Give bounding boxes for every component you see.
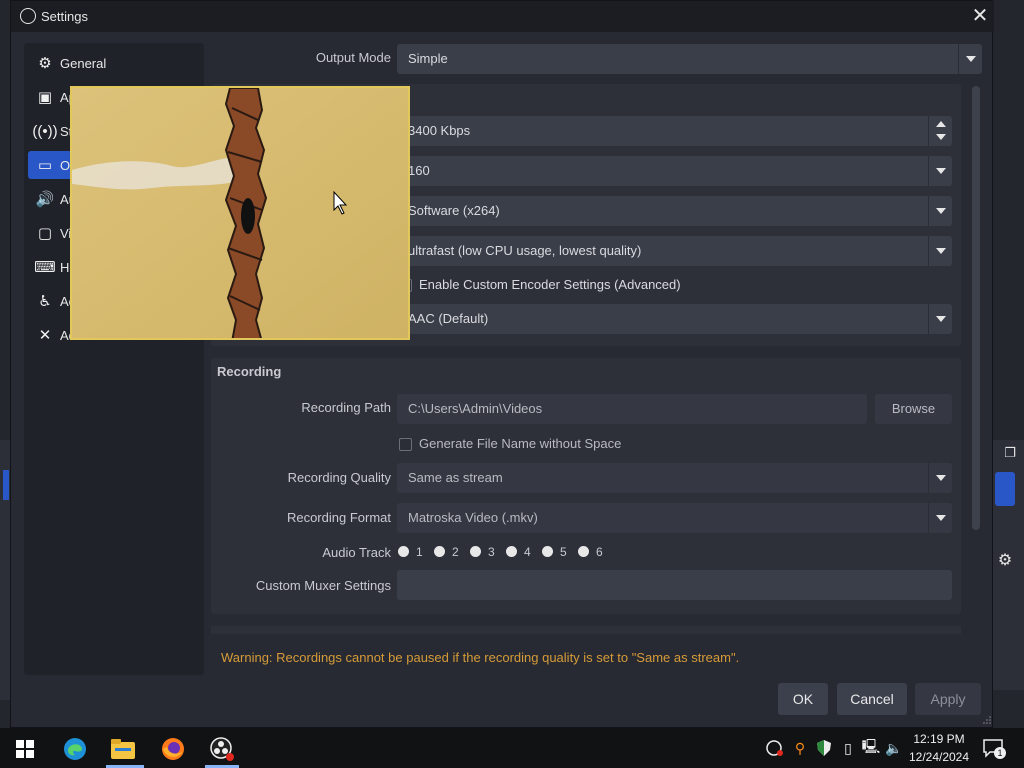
ok-button[interactable]: OK xyxy=(778,683,828,715)
title-bar[interactable]: Settings ✕ xyxy=(11,1,994,32)
clock-date[interactable]: 12/24/2024 xyxy=(906,750,972,764)
recording-format-label: Recording Format xyxy=(286,510,391,525)
gear-icon: ⚙ xyxy=(38,55,52,72)
background-left-accent xyxy=(3,470,9,500)
custom-muxer-input[interactable] xyxy=(397,570,952,600)
shield-icon[interactable] xyxy=(814,738,834,758)
audio-track-label-3: 3 xyxy=(488,545,495,559)
keyboard-icon: ⌨ xyxy=(34,259,56,276)
volume-icon[interactable]: 🔈 xyxy=(884,738,904,758)
video-bitrate-value: 3400 Kbps xyxy=(408,123,471,138)
obs-logo-icon xyxy=(20,8,36,24)
stream-antenna-icon: ((•)) xyxy=(32,122,58,140)
cancel-button[interactable]: Cancel xyxy=(837,683,907,715)
audio-track-label-6: 6 xyxy=(596,545,603,559)
audio-track-radio-1[interactable] xyxy=(398,546,409,557)
output-mode-value: Simple xyxy=(408,51,448,66)
generate-filename-checkbox[interactable] xyxy=(399,438,412,451)
notification-badge: 1 xyxy=(994,747,1006,759)
next-group-edge xyxy=(211,626,961,634)
custom-encoder-label: Enable Custom Encoder Settings (Advanced… xyxy=(419,277,681,292)
audio-track-label-5: 5 xyxy=(560,545,567,559)
custom-muxer-label: Custom Muxer Settings xyxy=(255,578,391,593)
window-title: Settings xyxy=(41,9,88,24)
edge-icon[interactable] xyxy=(60,734,90,764)
encoder-preset-value: ultrafast (low CPU usage, lowest quality… xyxy=(408,243,642,258)
preview-illustration xyxy=(72,88,408,338)
chevron-down-icon xyxy=(928,156,952,186)
firefox-icon[interactable] xyxy=(158,734,188,764)
windows-start-icon[interactable] xyxy=(10,734,40,764)
audio-track-label-2: 2 xyxy=(452,545,459,559)
usb-icon[interactable]: ▯ xyxy=(838,738,858,758)
tools-icon: ✕ xyxy=(38,327,52,344)
resize-grip-icon[interactable] xyxy=(983,716,991,724)
recording-section-title: Recording xyxy=(217,364,282,379)
recording-quality-dropdown[interactable]: Same as stream xyxy=(397,463,952,493)
audio-track-label-1: 1 xyxy=(416,545,423,559)
search-tray-icon[interactable]: ⚲ xyxy=(790,738,810,758)
network-icon[interactable]: 🖳 xyxy=(861,738,881,758)
audio-encoder-dropdown[interactable]: AAC (Default) xyxy=(397,304,952,334)
monitor-icon: ▢ xyxy=(37,225,53,242)
content-scrollbar[interactable] xyxy=(972,86,980,530)
warning-text: Warning: Recordings cannot be paused if … xyxy=(221,650,740,665)
output-mode-dropdown[interactable]: Simple xyxy=(397,44,982,74)
chevron-down-icon xyxy=(928,463,952,493)
appearance-icon: ▣ xyxy=(37,89,53,106)
apply-button[interactable]: Apply xyxy=(915,683,981,715)
recording-quality-value: Same as stream xyxy=(408,470,503,485)
audio-track-radio-4[interactable] xyxy=(506,546,517,557)
recording-path-field[interactable]: C:\Users\Admin\Videos xyxy=(397,394,867,424)
audio-track-label-4: 4 xyxy=(524,545,531,559)
chevron-down-icon xyxy=(958,44,982,74)
audio-track-radio-3[interactable] xyxy=(470,546,481,557)
audio-encoder-value: AAC (Default) xyxy=(408,311,489,326)
audio-bitrate-value: 160 xyxy=(408,163,430,178)
notification-center-icon[interactable]: 1 xyxy=(982,737,1006,759)
audio-track-radio-2[interactable] xyxy=(434,546,445,557)
encoder-preset-dropdown[interactable]: ultrafast (low CPU usage, lowest quality… xyxy=(397,236,952,266)
generate-filename-label: Generate File Name without Space xyxy=(419,436,622,451)
clock-time[interactable]: 12:19 PM xyxy=(910,732,968,746)
audio-track-radio-5[interactable] xyxy=(542,546,553,557)
image-preview-popup xyxy=(70,86,410,340)
close-button[interactable]: ✕ xyxy=(969,4,991,28)
speaker-icon: 🔊 xyxy=(35,191,55,208)
spin-arrows[interactable] xyxy=(928,116,952,146)
accessibility-icon: ♿ xyxy=(38,293,52,310)
obs-tray-icon[interactable] xyxy=(765,738,785,758)
output-icon: ▭ xyxy=(37,157,53,174)
encoder-value: Software (x264) xyxy=(408,203,500,218)
audio-track-radio-6[interactable] xyxy=(578,546,589,557)
recording-quality-label: Recording Quality xyxy=(287,470,391,485)
video-bitrate-spinbox[interactable]: 3400 Kbps xyxy=(397,116,952,146)
obs-icon[interactable] xyxy=(207,734,237,764)
spin-up-icon[interactable] xyxy=(936,121,946,127)
recording-path-label: Recording Path xyxy=(301,400,391,415)
background-accent-button[interactable] xyxy=(995,472,1015,506)
audio-track-label: Audio Track xyxy=(322,545,391,560)
recording-format-dropdown[interactable]: Matroska Video (.mkv) xyxy=(397,503,952,533)
output-mode-label: Output Mode xyxy=(315,50,391,65)
chevron-down-icon xyxy=(928,304,952,334)
browse-button[interactable]: Browse xyxy=(875,394,952,424)
sidebar-item-label: General xyxy=(60,55,107,71)
spin-down-icon[interactable] xyxy=(936,134,946,140)
chevron-down-icon xyxy=(928,236,952,266)
encoder-dropdown[interactable]: Software (x264) xyxy=(397,196,952,226)
sidebar-item-general[interactable]: ⚙ General xyxy=(28,49,200,77)
chevron-down-icon xyxy=(928,503,952,533)
audio-bitrate-dropdown[interactable]: 160 xyxy=(397,156,952,186)
recording-format-value: Matroska Video (.mkv) xyxy=(408,510,538,525)
file-explorer-icon[interactable] xyxy=(108,734,138,764)
background-gear-icon[interactable]: ⚙ xyxy=(993,548,1017,574)
chevron-down-icon xyxy=(928,196,952,226)
background-window-icon[interactable]: ❐ xyxy=(1000,445,1020,463)
